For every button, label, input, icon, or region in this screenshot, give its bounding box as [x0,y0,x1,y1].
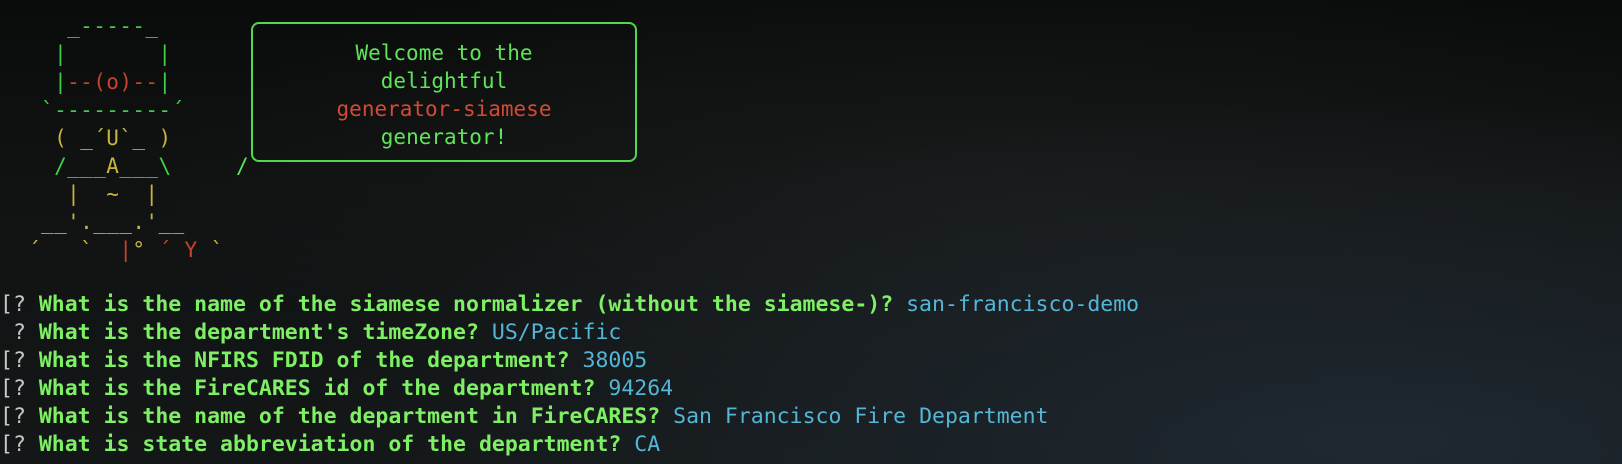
ascii-art-segment: __ [158,210,185,234]
prompt-list: [? What is the name of the siamese norma… [0,291,1622,459]
ascii-art-segment: | [119,238,133,262]
ascii-art-segment: | [28,70,68,94]
ascii-art-segment: ) [145,126,172,150]
prompt-line: [? What is the FireCARES id of the depar… [0,375,1622,403]
ascii-art-segment: | [28,182,107,206]
welcome-line-4: generator! [380,125,508,149]
prompt-question: What is the NFIRS FDID of the department… [38,348,570,373]
prompt-question: What is the name of the siamese normaliz… [38,292,894,317]
ascii-art-segment: ___\ [119,154,172,178]
prompt-answer: san-francisco-demo [906,292,1140,317]
prompt-marker: [? [0,404,26,429]
ascii-art-line: ´ ` |° ´ Y ` [28,238,224,262]
prompt-line: [? What is the name of the department in… [0,403,1622,431]
ascii-art-segment: | [158,70,172,94]
ascii-art-segment: /___ [28,154,107,178]
prompt-answer: San Francisco Fire Department [673,404,1049,429]
ascii-art-line: _-----_ [28,14,158,38]
ascii-art-segment: A [106,154,120,178]
ascii-art-segment: --(o)-- [67,70,159,94]
ascii-art-segment: `---------´ [28,98,185,122]
prompt-answer: CA [634,432,661,457]
ascii-art-line: | | [28,42,171,66]
ascii-art-segment: ´ ` [28,238,120,262]
ascii-art-segment: _´U`_ [80,126,146,150]
welcome-speech-bubble: Welcome to the delightful generator-siam… [251,22,637,162]
prompt-question: What is the department's timeZone? [38,320,479,345]
speech-bubble-tail: / [236,154,249,178]
prompt-answer: 94264 [608,376,674,401]
welcome-generator-name: generator-siamese [336,97,552,121]
ascii-art-segment: ` [197,238,224,262]
ascii-art-segment: _-----_ [28,14,159,38]
ascii-art-segment: | | [28,42,172,66]
ascii-art-line: `---------´ [28,98,185,122]
prompt-marker: ? [0,320,26,345]
ascii-art-segment: | [119,182,159,206]
prompt-line: [? What is state abbreviation of the dep… [0,431,1622,459]
ascii-art-segment: '.___.' [67,210,159,234]
prompt-question: What is state abbreviation of the depart… [38,432,622,457]
prompt-line: [? What is the NFIRS FDID of the departm… [0,347,1622,375]
prompt-line: ? What is the department's timeZone? US/… [0,319,1622,347]
prompt-question: What is the FireCARES id of the departme… [38,376,596,401]
prompt-answer: 38005 [582,348,648,373]
ascii-art-segment: ~ [106,182,120,206]
ascii-art-line: ( _´U`_ ) [28,126,172,150]
ascii-art-line: /___A___\ [28,154,172,178]
welcome-line-1: Welcome to the [355,41,533,65]
ascii-art-line: | ~ | [28,182,158,206]
prompt-marker: [? [0,348,26,373]
prompt-marker: [? [0,292,26,317]
welcome-line-2: delightful [380,69,508,93]
ascii-art-segment: ´ Y [158,238,198,262]
prompt-question: What is the name of the department in Fi… [38,404,661,429]
prompt-marker: [? [0,432,26,457]
prompt-line: [? What is the name of the siamese norma… [0,291,1622,319]
ascii-art-line: __'.___.'__ [28,210,185,234]
prompt-marker: [? [0,376,26,401]
terminal-window[interactable]: _-----_ | | |--(o)--| `---------´ ( _´U`… [0,0,1622,464]
ascii-art-segment: __ [28,210,68,234]
ascii-art-segment: ° [132,238,159,262]
ascii-art-line: |--(o)--| [28,70,172,94]
yeoman-ascii-art: _-----_ | | |--(o)--| `---------´ ( _´U`… [28,12,224,264]
welcome-message: Welcome to the delightful generator-siam… [253,39,635,151]
prompt-answer: US/Pacific [491,320,622,345]
ascii-art-segment: ( [28,126,81,150]
